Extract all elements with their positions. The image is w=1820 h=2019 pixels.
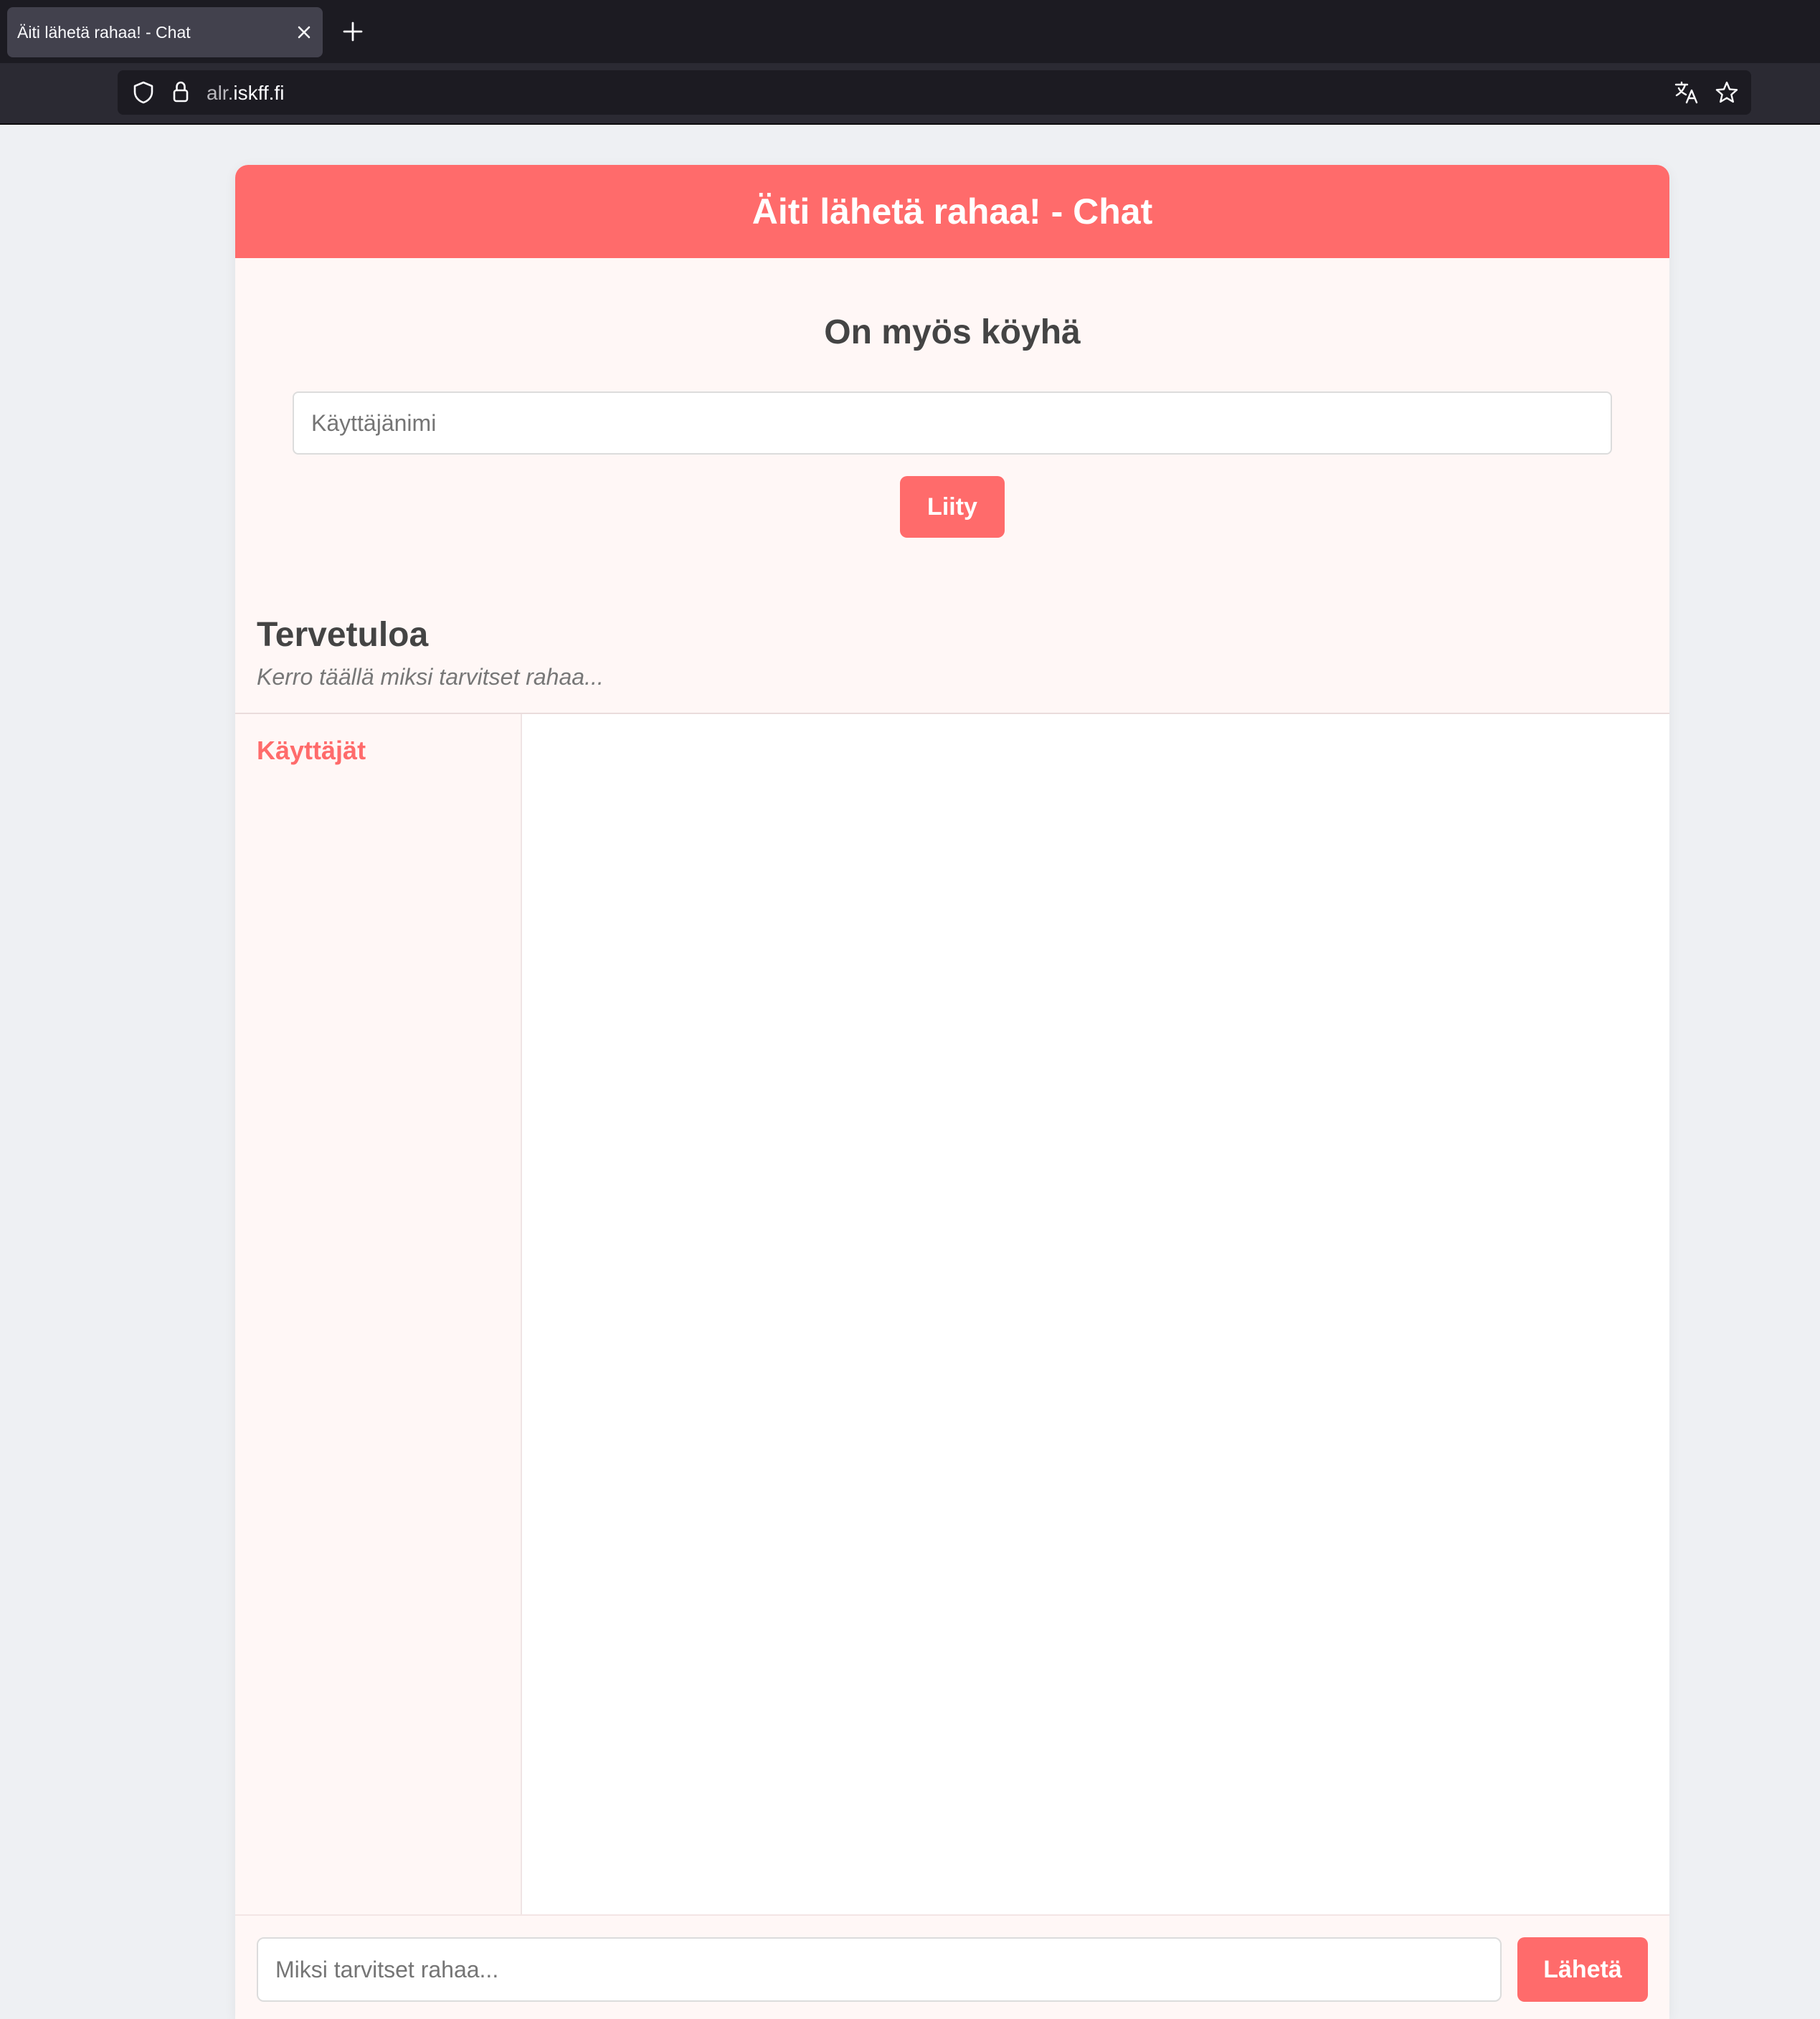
chat-container: Äiti lähetä rahaa! - Chat On myös köyhä … bbox=[235, 165, 1669, 2019]
shield-icon[interactable] bbox=[131, 80, 156, 105]
lock-icon[interactable] bbox=[168, 79, 194, 105]
join-button[interactable]: Liity bbox=[900, 476, 1005, 538]
plus-icon[interactable] bbox=[340, 19, 366, 44]
browser-nav-bar: alr.iskff.fi bbox=[0, 63, 1820, 125]
users-sidebar: Käyttäjät bbox=[235, 714, 522, 1914]
url-text[interactable]: alr.iskff.fi bbox=[207, 82, 284, 105]
welcome-text: Kerro täällä miksi tarvitset rahaa... bbox=[257, 664, 604, 690]
star-icon[interactable] bbox=[1714, 80, 1740, 105]
send-button[interactable]: Lähetä bbox=[1517, 1937, 1648, 2002]
browser-tab-bar: Äiti lähetä rahaa! - Chat bbox=[0, 0, 1820, 63]
url-domain: iskff.fi bbox=[233, 82, 285, 104]
close-icon[interactable] bbox=[291, 19, 317, 45]
browser-tab[interactable]: Äiti lähetä rahaa! - Chat bbox=[7, 7, 323, 57]
message-input[interactable] bbox=[257, 1937, 1502, 2002]
page-subtitle: On myös köyhä bbox=[824, 313, 1081, 351]
translate-icon[interactable] bbox=[1674, 80, 1700, 105]
address-bar[interactable]: alr.iskff.fi bbox=[118, 70, 1751, 115]
message-area[interactable] bbox=[522, 714, 1669, 1914]
username-input[interactable] bbox=[293, 391, 1612, 455]
app-header: Äiti lähetä rahaa! - Chat bbox=[235, 165, 1669, 258]
tab-title: Äiti lähetä rahaa! - Chat bbox=[17, 23, 191, 42]
message-composer: Lähetä bbox=[235, 1914, 1669, 2019]
url-subdomain: alr. bbox=[207, 82, 234, 104]
welcome-title: Tervetuloa bbox=[257, 616, 429, 654]
users-title: Käyttäjät bbox=[257, 736, 366, 765]
